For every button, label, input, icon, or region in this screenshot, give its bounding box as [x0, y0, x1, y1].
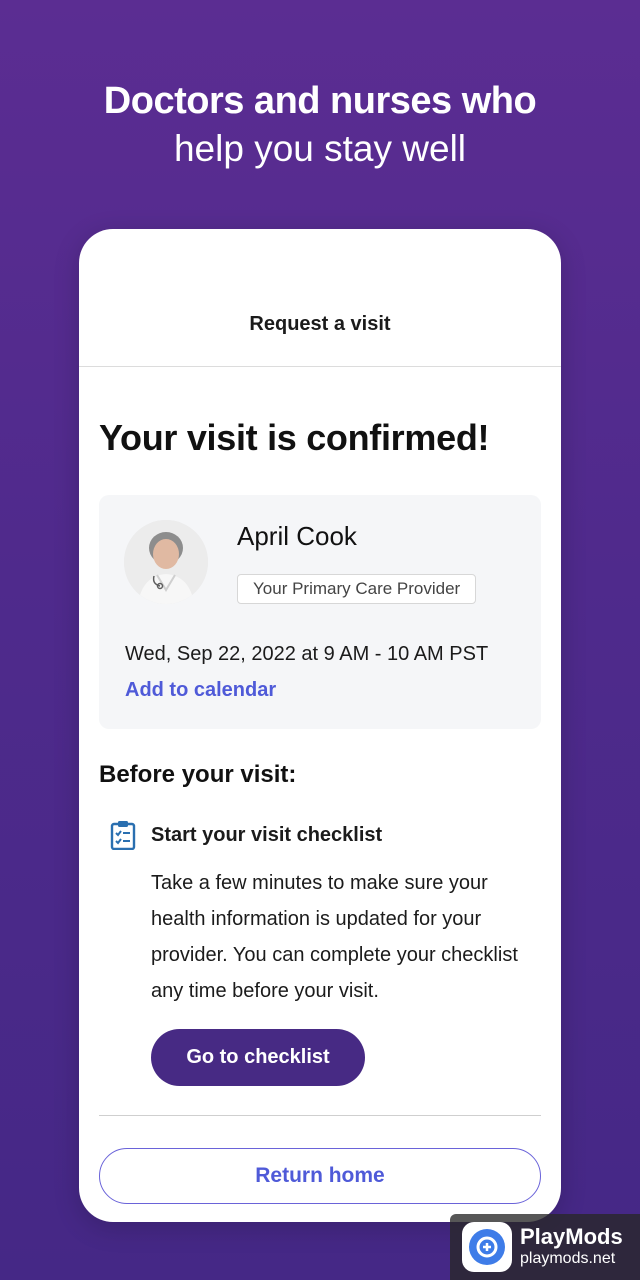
- provider-name: April Cook: [237, 521, 357, 551]
- headline-line-2: help you stay well: [173, 128, 467, 169]
- checklist-description: Take a few minutes to make sure your hea…: [151, 872, 518, 1002]
- go-to-checklist-button[interactable]: Go to checklist: [151, 1029, 365, 1086]
- visit-datetime: Wed, Sep 22, 2022 at 9 AM - 10 AM PST: [125, 643, 489, 665]
- provider-avatar: [124, 520, 208, 604]
- phone-screen-card: Request a visit Your visit is confirmed!…: [79, 229, 561, 1222]
- provider-role-badge: Your Primary Care Provider: [237, 574, 477, 604]
- watermark-url: playmods.net: [520, 1250, 616, 1267]
- return-home-button[interactable]: Return home: [99, 1148, 541, 1204]
- watermark-title: PlayMods: [520, 1224, 623, 1249]
- confirmation-title: Your visit is confirmed!: [99, 417, 490, 458]
- add-to-calendar-link[interactable]: Add to calendar: [125, 679, 276, 702]
- section-divider: [99, 1115, 541, 1116]
- nav-divider: [79, 366, 561, 367]
- nav-title: Request a visit: [249, 313, 391, 335]
- checklist-title: Start your visit checklist: [151, 824, 383, 846]
- before-visit-heading: Before your visit:: [99, 761, 297, 788]
- playmods-watermark: PlayMods playmods.net: [450, 1214, 640, 1280]
- avatar-portrait-icon: [124, 520, 208, 604]
- clipboard-checklist-icon: [110, 821, 136, 850]
- marketing-headline: Doctors and nurses who help you stay wel…: [0, 78, 640, 174]
- headline-line-1: Doctors and nurses who: [103, 80, 537, 122]
- playmods-logo-icon: [462, 1222, 512, 1272]
- provider-card: April Cook Your Primary Care Provider We…: [99, 495, 541, 729]
